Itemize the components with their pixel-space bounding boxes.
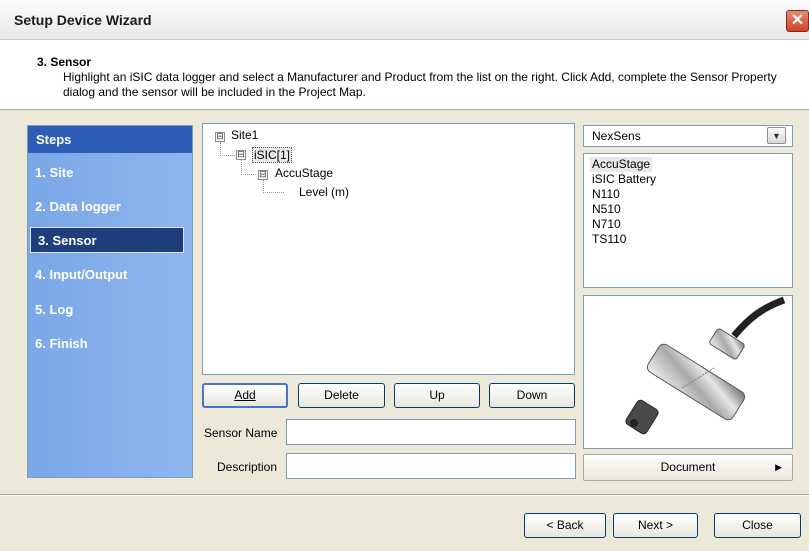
description-input[interactable] bbox=[286, 453, 576, 479]
steps-panel: Steps 1. Site 2. Data logger 3. Sensor 4… bbox=[27, 125, 193, 478]
tree-node-accustage[interactable]: AccuStage bbox=[275, 166, 333, 180]
window-title: Setup Device Wizard bbox=[14, 12, 152, 28]
up-button[interactable]: Up bbox=[394, 383, 480, 408]
back-button[interactable]: < Back bbox=[524, 513, 606, 538]
next-button[interactable]: Next > bbox=[613, 513, 698, 538]
down-button[interactable]: Down bbox=[489, 383, 575, 408]
manufacturer-selected: NexSens bbox=[592, 129, 641, 143]
add-button-label: Add bbox=[234, 388, 256, 402]
product-item[interactable]: TS110 bbox=[592, 232, 792, 247]
step-log[interactable]: 5. Log bbox=[28, 297, 192, 323]
delete-button-label: Delete bbox=[324, 388, 359, 402]
sensor-product-image bbox=[625, 296, 786, 435]
step-input-output[interactable]: 4. Input/Output bbox=[28, 262, 192, 288]
step-finish[interactable]: 6. Finish bbox=[28, 331, 192, 357]
add-button[interactable]: Add bbox=[202, 383, 288, 408]
tree-node-level[interactable]: Level (m) bbox=[299, 185, 349, 199]
close-window-button[interactable]: ✕ bbox=[786, 10, 809, 32]
sensor-name-label: Sensor Name bbox=[204, 426, 278, 440]
tree-node-isic[interactable]: iSIC[1] bbox=[252, 147, 293, 163]
step-site[interactable]: 1. Site bbox=[28, 160, 192, 186]
step-data-logger[interactable]: 2. Data logger bbox=[28, 194, 192, 220]
document-button[interactable]: Document ▶ bbox=[583, 454, 793, 481]
close-button[interactable]: Close bbox=[714, 513, 801, 538]
down-button-label: Down bbox=[516, 388, 548, 402]
up-button-label: Up bbox=[429, 388, 445, 402]
footer-divider bbox=[0, 494, 809, 496]
product-item[interactable]: N110 bbox=[592, 187, 792, 202]
collapse-site1-icon[interactable]: ⊟ bbox=[215, 132, 225, 142]
tree-node-site1[interactable]: Site1 bbox=[231, 128, 258, 142]
back-button-label: < Back bbox=[546, 518, 584, 532]
collapse-accustage-icon[interactable]: ⊟ bbox=[258, 170, 268, 180]
step-description: Highlight an iSIC data logger and select… bbox=[63, 70, 809, 100]
manufacturer-select[interactable]: NexSens bbox=[583, 125, 793, 147]
step-description-line1: Highlight an iSIC data logger and select… bbox=[63, 70, 777, 84]
next-button-label: Next > bbox=[637, 518, 673, 532]
project-tree[interactable]: ⊟ Site1 ⊟ iSIC[1] ⊟ AccuStage Level (m) bbox=[202, 123, 575, 375]
collapse-isic-icon[interactable]: ⊟ bbox=[236, 150, 246, 160]
product-image bbox=[583, 295, 793, 449]
product-item[interactable]: N510 bbox=[592, 202, 792, 217]
document-button-label: Document bbox=[660, 460, 716, 474]
step-sensor[interactable]: 3. Sensor bbox=[30, 227, 184, 253]
steps-heading: Steps bbox=[28, 126, 192, 153]
close-button-label: Close bbox=[742, 518, 773, 532]
product-item[interactable]: iSIC Battery bbox=[592, 172, 792, 187]
description-label: Description bbox=[217, 460, 278, 474]
product-list[interactable]: AccuStage iSIC Battery N110 N510 N710 TS… bbox=[583, 153, 793, 288]
chevron-down-icon[interactable]: ▼ bbox=[767, 127, 786, 144]
step-heading: 3. Sensor bbox=[37, 55, 92, 69]
sensor-name-input[interactable] bbox=[286, 419, 576, 445]
product-item[interactable]: AccuStage bbox=[590, 157, 653, 172]
step-description-line2: dialog and the sensor will be included i… bbox=[63, 85, 366, 99]
delete-button[interactable]: Delete bbox=[298, 383, 385, 408]
product-item[interactable]: N710 bbox=[592, 217, 792, 232]
submenu-arrow-icon: ▶ bbox=[775, 462, 782, 472]
